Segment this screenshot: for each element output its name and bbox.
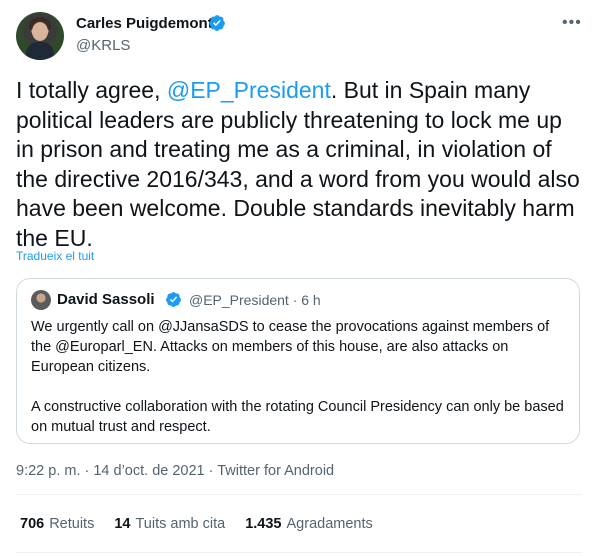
quoted-verified-icon <box>166 292 181 307</box>
quote-tweets-stat[interactable]: 14 Tuits amb cita <box>114 516 225 532</box>
retweets-stat[interactable]: 706 Retuits <box>20 516 94 532</box>
translate-link[interactable]: Tradueix el tuit <box>16 249 94 263</box>
avatar-face <box>32 22 48 41</box>
verified-icon <box>209 15 225 31</box>
quote-tweets-count: 14 <box>114 516 131 532</box>
likes-label: Agradaments <box>286 516 373 532</box>
tweet-timestamp-source[interactable]: 9:22 p. m. · 14 d’oct. de 2021 · Twitter… <box>16 463 334 479</box>
divider <box>16 552 582 553</box>
author-handle[interactable]: @KRLS <box>76 37 130 54</box>
quoted-paragraph: We urgently call on @JJansaSDS to cease … <box>31 319 550 375</box>
quoted-paragraph: A constructive collaboration with the ro… <box>31 399 564 435</box>
more-options-icon[interactable]: ••• <box>562 14 582 32</box>
tweet-stats: 706 Retuits 14 Tuits amb cita 1.435 Agradam… <box>20 516 373 532</box>
likes-stat[interactable]: 1.435 Agradaments <box>245 516 373 532</box>
mention-link[interactable]: @EP_President <box>167 77 331 103</box>
author-avatar[interactable] <box>16 12 64 60</box>
quoted-avatar[interactable] <box>31 290 51 310</box>
quoted-tweet[interactable]: David Sassoli @EP_President · 6 h We urg… <box>16 278 580 444</box>
quoted-author-name[interactable]: David Sassoli <box>57 291 155 308</box>
quoted-handle-time[interactable]: @EP_President · 6 h <box>189 292 321 308</box>
tweet-text: I totally agree, @EP_President. But in S… <box>16 76 582 253</box>
tweet-text-end: . But in Spain many political leaders ar… <box>16 77 580 251</box>
divider <box>16 494 582 495</box>
retweets-count: 706 <box>20 516 45 532</box>
quoted-text: We urgently call on @JJansaSDS to cease … <box>31 317 565 457</box>
author-name[interactable]: Carles Puigdemont <box>76 15 213 32</box>
likes-count: 1.435 <box>245 516 282 532</box>
quote-tweets-label: Tuits amb cita <box>135 516 226 532</box>
tweet-text-start: I totally agree, <box>16 77 167 103</box>
retweets-label: Retuits <box>49 516 95 532</box>
avatar-suit <box>26 42 54 60</box>
